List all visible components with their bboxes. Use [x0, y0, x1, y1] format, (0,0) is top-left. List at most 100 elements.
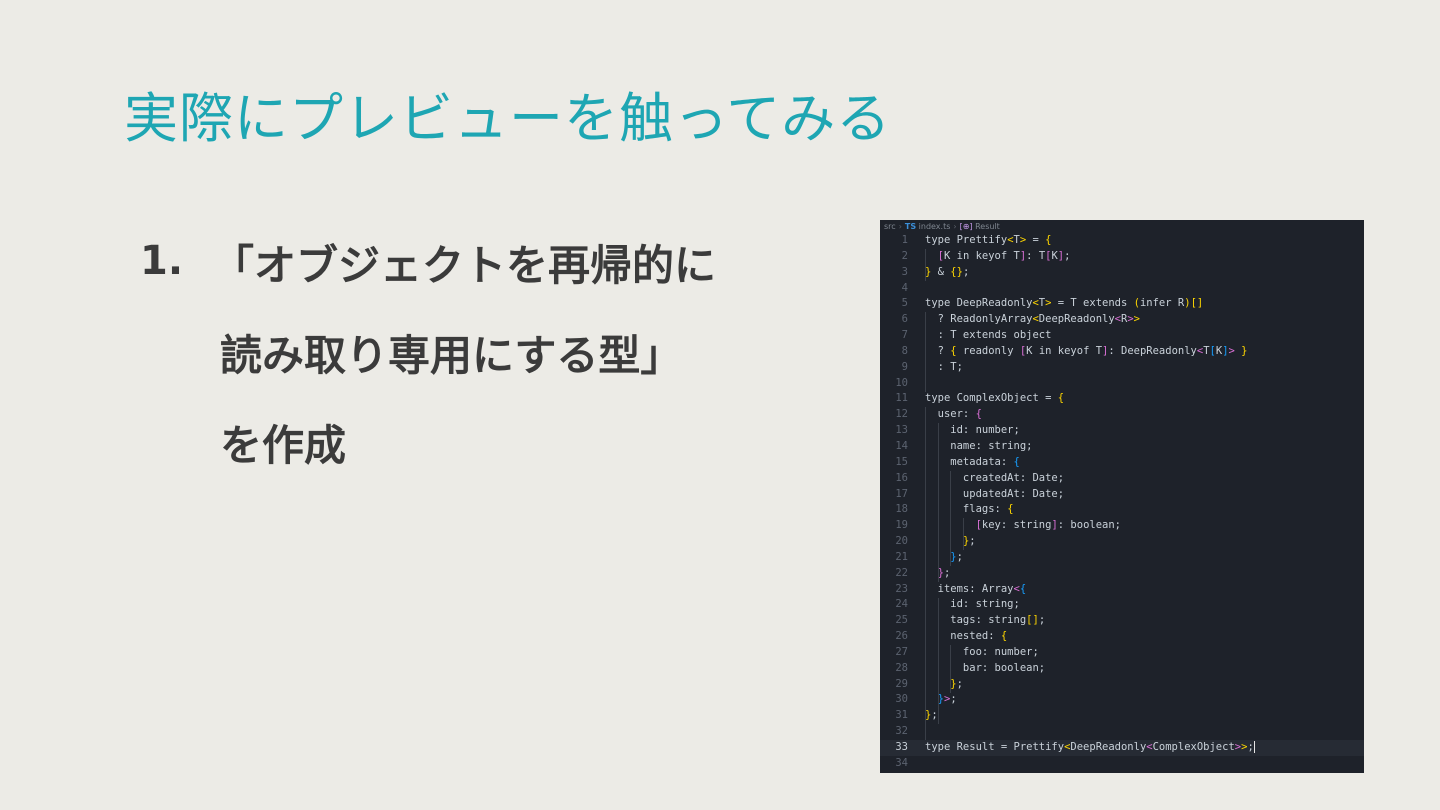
line-number: 1 [901, 234, 908, 246]
code-text: }; [925, 709, 938, 722]
line-number: 27 [895, 645, 908, 658]
code-line[interactable]: 18 flags: { [880, 502, 1364, 518]
breadcrumb-symbol[interactable]: Result [975, 222, 1000, 231]
line-number: 12 [895, 408, 908, 421]
line-number: 24 [895, 598, 908, 611]
indent-guide [925, 312, 926, 392]
line-number: 20 [895, 535, 908, 548]
code-line[interactable]: 2 [K in keyof T]: T[K]; [880, 249, 1364, 265]
variable-symbol-icon: [⊕] [959, 222, 973, 231]
code-text: : T extends object [925, 329, 1052, 342]
code-line[interactable]: 7 : T extends object [880, 328, 1364, 344]
code-line[interactable]: 26 nested: { [880, 629, 1364, 645]
code-text: foo: number; [925, 645, 1039, 658]
code-text: }>; [937, 693, 957, 706]
code-line[interactable]: 24 id: string; [880, 597, 1364, 613]
line-number: 17 [895, 487, 908, 500]
code-text: name: string; [925, 439, 1033, 452]
code-line[interactable]: 31}; [880, 708, 1364, 724]
line-number: 16 [895, 471, 908, 484]
code-line[interactable]: 8 ? { readonly [K in keyof T]: DeepReado… [880, 344, 1364, 360]
code-line[interactable]: 32 [880, 724, 1364, 740]
code-line[interactable]: 29 }; [880, 677, 1364, 693]
code-text: type DeepReadonly<T> = T extends (infer … [925, 297, 1204, 310]
line-number: 30 [895, 693, 908, 706]
breadcrumb-file[interactable]: index.ts [919, 222, 951, 231]
list-item-line-3: を作成 [220, 421, 347, 470]
code-text: tags: string[]; [925, 614, 1046, 627]
line-number: 19 [895, 519, 908, 532]
slide-title: 実際にプレビューを触ってみる [124, 87, 892, 150]
code-line[interactable]: 1 type Prettify<T> = { [880, 233, 1364, 249]
code-text: createdAt: Date; [925, 471, 1065, 484]
line-number: 23 [895, 582, 908, 595]
code-line[interactable]: 20 }; [880, 534, 1364, 550]
code-text: bar: boolean; [925, 661, 1046, 674]
code-area[interactable]: 1 type Prettify<T> = {2 [K in keyof T]: T… [880, 233, 1364, 772]
line-number: 32 [895, 725, 908, 738]
code-line[interactable]: 28 bar: boolean; [880, 661, 1364, 677]
code-line[interactable]: 22 }; [880, 566, 1364, 582]
line-number: 10 [895, 376, 908, 389]
breadcrumb: src › TS index.ts › [⊕] Result [880, 220, 1364, 233]
code-line[interactable]: 33 type Result = Prettify<DeepReadonly<Co… [880, 740, 1364, 756]
code-line[interactable]: 21 }; [880, 550, 1364, 566]
code-text: }; [950, 677, 963, 690]
indent-guide [937, 423, 939, 582]
code-text: id: string; [925, 598, 1020, 611]
line-number: 28 [895, 661, 908, 674]
code-line[interactable]: 13 id: number; [880, 423, 1364, 439]
line-number: 25 [895, 614, 908, 627]
typescript-file-icon: TS [904, 222, 917, 231]
indent-guide [962, 518, 964, 550]
code-line[interactable]: 6 ? ReadonlyArray<DeepReadonly<R>> [880, 312, 1364, 328]
list-item-line-1: 「オブジェクトを再帰的に [212, 241, 717, 290]
line-number: 2 [901, 249, 908, 262]
line-number: 11 [895, 392, 908, 405]
code-line[interactable]: 34 [880, 756, 1364, 772]
code-line[interactable]: 14 name: string; [880, 439, 1364, 455]
code-line[interactable]: 25 tags: string[]; [880, 613, 1364, 629]
line-number: 13 [895, 424, 908, 437]
line-number: 33 [895, 741, 908, 753]
chevron-right-icon: › [898, 222, 902, 231]
list-item-line-2: 読み取り専用にする型」 [220, 331, 683, 380]
code-text: id: number; [925, 424, 1020, 437]
code-line[interactable]: 9 : T; [880, 360, 1364, 376]
code-text: type Result = Prettify<DeepReadonly<Comp… [925, 741, 1254, 753]
code-text: user: { [925, 408, 982, 421]
line-number: 9 [901, 360, 908, 373]
code-text: }; [950, 550, 963, 563]
line-number: 22 [895, 566, 908, 579]
code-text: [key: string]: boolean; [975, 519, 1121, 532]
code-line[interactable]: 16 createdAt: Date; [880, 471, 1364, 487]
line-number: 31 [895, 709, 908, 722]
code-line[interactable]: 3} & {}; [880, 265, 1364, 281]
line-number: 4 [901, 281, 908, 294]
line-number: 15 [895, 455, 908, 468]
indent-guide [925, 248, 926, 281]
code-line[interactable]: 5 type DeepReadonly<T> = T extends (infer… [880, 296, 1364, 312]
code-text: } & {}; [925, 265, 970, 278]
code-line[interactable]: 11 type ComplexObject = { [880, 391, 1364, 407]
code-line[interactable]: 19 [key: string]: boolean; [880, 518, 1364, 534]
line-number: 8 [901, 344, 908, 357]
breadcrumb-folder[interactable]: src [884, 222, 896, 231]
indent-guide [950, 470, 952, 566]
code-line[interactable]: 23 items: Array<{ [880, 582, 1364, 598]
text-cursor [1253, 741, 1255, 753]
code-text: items: Array<{ [925, 582, 1027, 595]
line-number: 21 [895, 550, 908, 563]
code-line[interactable]: 27 foo: number; [880, 645, 1364, 661]
line-number: 14 [895, 439, 908, 452]
code-line[interactable]: 30 }>; [880, 692, 1364, 708]
code-text: ? { readonly [K in keyof T]: DeepReadonl… [925, 344, 1248, 357]
code-line[interactable]: 4 [880, 281, 1364, 297]
code-text: ? ReadonlyArray<DeepReadonly<R>> [925, 313, 1140, 326]
code-line[interactable]: 15 metadata: { [880, 455, 1364, 471]
code-line[interactable]: 12 user: { [880, 407, 1364, 423]
line-number: 7 [901, 329, 908, 342]
code-line[interactable]: 10 [880, 376, 1364, 392]
code-line[interactable]: 17 updatedAt: Date; [880, 487, 1364, 503]
line-number: 18 [895, 503, 908, 516]
